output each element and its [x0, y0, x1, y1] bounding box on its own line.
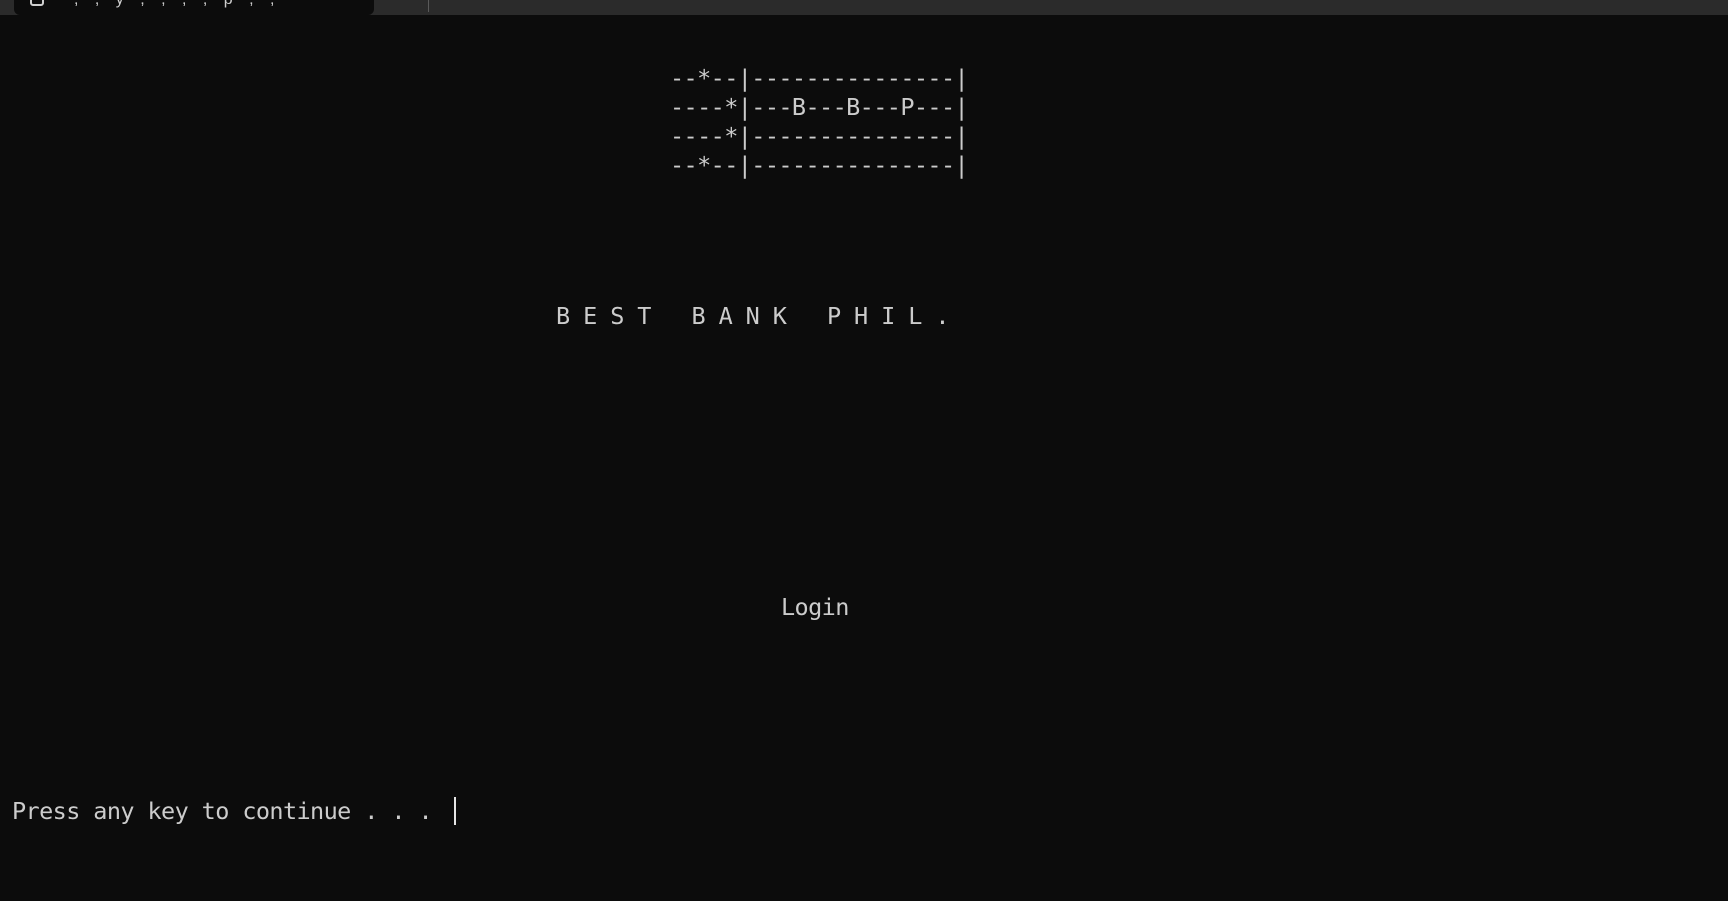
tab-active[interactable]: , , y , , , , p , ,: [14, 0, 374, 15]
ascii-art-line: ----*|---------------|: [670, 122, 969, 150]
terminal-output[interactable]: --*--|---------------| ----*|---B---B---…: [0, 15, 1728, 901]
ascii-art-line: --*--|---------------|: [670, 151, 969, 179]
ascii-art-line: --*--|---------------|: [670, 64, 969, 92]
text-cursor: [453, 797, 456, 825]
login-label: Login: [781, 593, 849, 621]
ascii-art-line: ----*|---B---B---P---|: [670, 93, 969, 121]
tab-bar: , , y , , , , p , ,: [0, 0, 1728, 15]
ascii-art-logo: --*--|---------------| ----*|---B---B---…: [670, 64, 969, 180]
terminal-icon: [30, 0, 44, 6]
bank-name-heading: B E S T B A N K P H I L .: [556, 302, 950, 330]
tab-divider: [428, 0, 429, 12]
continue-prompt: Press any key to continue . . .: [12, 797, 446, 825]
tab-title: , , y , , , , p , ,: [74, 0, 280, 9]
prompt-line: Press any key to continue . . .: [12, 796, 456, 826]
